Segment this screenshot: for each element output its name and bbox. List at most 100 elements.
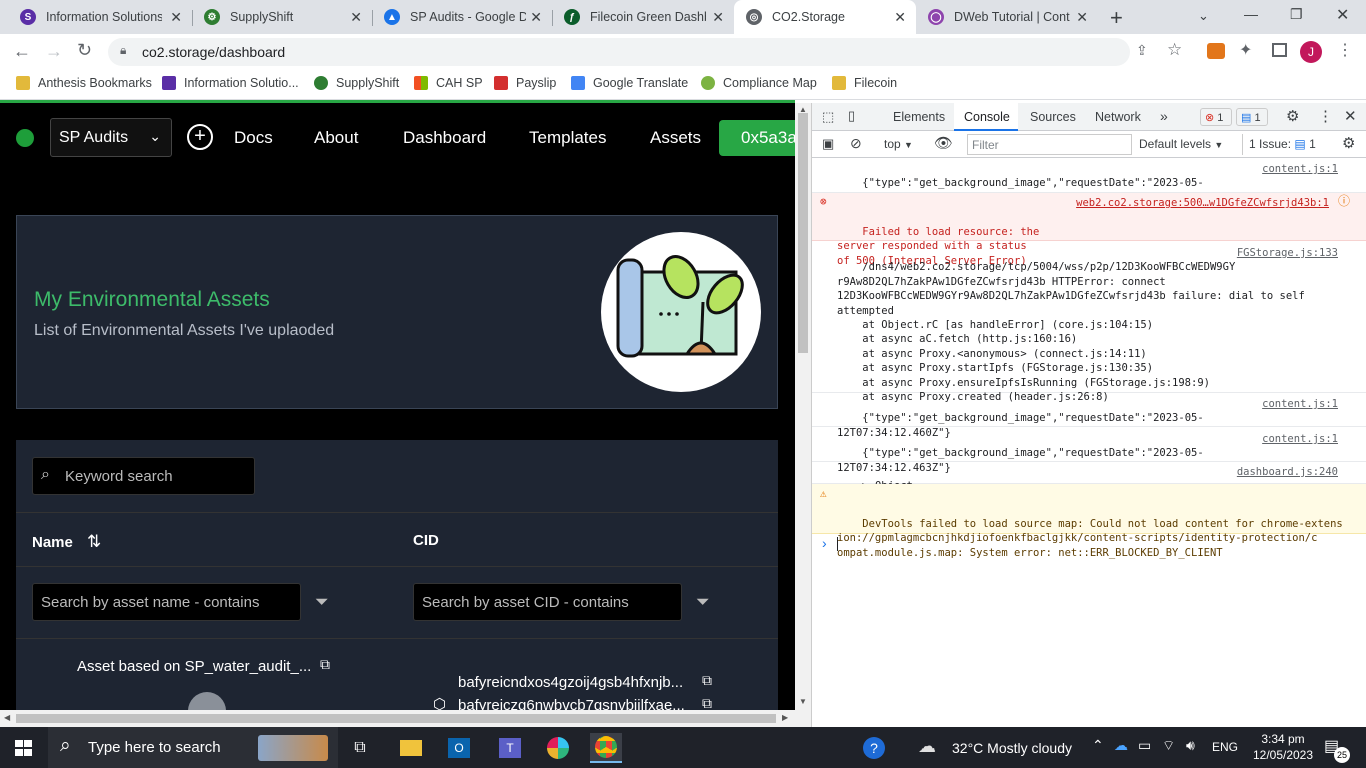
browser-tab-0[interactable]: S Information Solutions ✕ bbox=[8, 0, 192, 34]
onedrive-icon[interactable]: ☁ bbox=[1114, 737, 1128, 754]
source-link[interactable]: content.js:1 bbox=[1262, 397, 1338, 411]
weather-text[interactable]: 32°C Mostly cloudy bbox=[952, 740, 1072, 756]
column-header-name[interactable]: Name ⇅ bbox=[32, 532, 101, 552]
info-icon[interactable]: ⓘ bbox=[1338, 194, 1350, 208]
taskbar-search[interactable]: ⌕ Type here to search bbox=[48, 727, 338, 768]
filter-icon[interactable]: ⏷ bbox=[696, 592, 710, 612]
copy-icon[interactable]: ⧉ bbox=[702, 672, 712, 689]
source-link[interactable]: content.js:1 bbox=[1262, 162, 1338, 176]
browser-tab-1[interactable]: ⚙ SupplyShift ✕ bbox=[192, 0, 372, 34]
gear-icon[interactable]: ⚙ bbox=[1286, 107, 1299, 125]
tray-chevron-icon[interactable]: ⌃ bbox=[1092, 737, 1104, 754]
restore-icon[interactable]: ❐ bbox=[1290, 6, 1303, 23]
clear-console-icon[interactable]: ⊘ bbox=[850, 135, 862, 152]
tab-console[interactable]: Console bbox=[954, 103, 1018, 131]
horizontal-scrollbar[interactable]: ◀ ▶ bbox=[0, 710, 811, 727]
teams-icon[interactable]: T bbox=[494, 733, 526, 763]
close-icon[interactable]: ✕ bbox=[1076, 9, 1088, 26]
windows-start-icon[interactable] bbox=[15, 740, 32, 756]
browser-tab-3[interactable]: ƒ Filecoin Green Dashbo ✕ bbox=[552, 0, 734, 34]
source-link[interactable]: content.js:1 bbox=[1262, 432, 1338, 446]
add-icon[interactable]: + bbox=[187, 124, 213, 150]
vertical-scrollbar[interactable]: ▲ ▼ bbox=[795, 103, 811, 710]
volume-icon[interactable]: 🔊︎ bbox=[1186, 737, 1195, 754]
nav-dashboard[interactable]: Dashboard bbox=[403, 128, 486, 148]
share-icon[interactable]: ⇪ bbox=[1136, 42, 1148, 59]
issues-button[interactable]: 1 Issue: ▤ 1 bbox=[1242, 134, 1334, 155]
more-tabs-icon[interactable]: » bbox=[1160, 108, 1168, 124]
scrollbar-thumb[interactable] bbox=[798, 113, 808, 353]
network-icon[interactable]: ▭ bbox=[1138, 737, 1151, 754]
copy-icon[interactable]: ⧉ bbox=[320, 656, 330, 673]
tab-search-icon[interactable]: ⌄ bbox=[1198, 8, 1209, 24]
tab-sources[interactable]: Sources bbox=[1030, 110, 1076, 124]
column-header-cid[interactable]: CID bbox=[413, 532, 439, 549]
browser-tab-5[interactable]: ◯ DWeb Tutorial | Conte ✕ bbox=[916, 0, 1098, 34]
outlook-icon[interactable]: O bbox=[443, 733, 475, 763]
keyword-search-input[interactable]: ⌕ Keyword search bbox=[32, 457, 255, 495]
error-count-badge[interactable]: ⊗ 1 bbox=[1200, 108, 1232, 126]
window-close-icon[interactable]: ✕ bbox=[1336, 5, 1349, 25]
clock[interactable]: 3:34 pm 12/05/2023 bbox=[1252, 732, 1314, 762]
side-panel-icon[interactable] bbox=[1272, 43, 1287, 57]
slack-icon[interactable] bbox=[542, 733, 574, 763]
tab-elements[interactable]: Elements bbox=[893, 110, 945, 124]
file-explorer-icon[interactable] bbox=[395, 733, 427, 763]
inspect-icon[interactable]: ⬚ bbox=[822, 109, 834, 125]
browser-tab-active[interactable]: ◎ CO2.Storage ✕ bbox=[734, 0, 916, 34]
levels-select[interactable]: Default levels ▼ bbox=[1139, 137, 1223, 151]
reload-icon[interactable]: ↻ bbox=[77, 40, 92, 61]
copy-icon[interactable]: ⧉ bbox=[702, 695, 712, 710]
bookmark-item[interactable]: SupplyShift bbox=[314, 76, 399, 90]
device-toggle-icon[interactable]: ▯ bbox=[848, 108, 855, 124]
console-object[interactable]: ▶ Object dashboard.js:240 bbox=[812, 462, 1366, 492]
gear-icon[interactable]: ⚙ bbox=[1342, 134, 1355, 152]
forward-icon[interactable]: → bbox=[45, 41, 63, 62]
extensions-icon[interactable]: ✦ bbox=[1239, 40, 1252, 60]
bookmark-star-icon[interactable]: ☆ bbox=[1167, 40, 1182, 60]
name-filter-input[interactable]: Search by asset name - contains bbox=[32, 583, 301, 621]
bookmark-item[interactable]: CAH SP bbox=[414, 76, 483, 90]
new-tab-button[interactable]: + bbox=[1110, 5, 1123, 31]
message-count-badge[interactable]: ▤ 1 bbox=[1236, 108, 1268, 126]
source-link[interactable]: FGStorage.js:133 bbox=[1237, 246, 1338, 260]
bookmark-item[interactable]: Anthesis Bookmarks bbox=[16, 76, 152, 90]
close-icon[interactable]: ✕ bbox=[530, 9, 542, 26]
close-icon[interactable]: ✕ bbox=[712, 9, 724, 26]
close-icon[interactable]: ✕ bbox=[350, 9, 362, 26]
nav-templates[interactable]: Templates bbox=[529, 128, 606, 148]
scrollbar-thumb[interactable] bbox=[16, 714, 776, 723]
nav-assets[interactable]: Assets bbox=[650, 128, 701, 148]
tab-network[interactable]: Network bbox=[1095, 110, 1141, 124]
help-icon[interactable]: ? bbox=[858, 733, 890, 763]
bookmark-item[interactable]: Google Translate bbox=[571, 76, 688, 90]
minimize-icon[interactable]: — bbox=[1244, 6, 1258, 22]
sidebar-toggle-icon[interactable]: ▣ bbox=[822, 136, 834, 152]
close-devtools-icon[interactable]: ✕ bbox=[1344, 107, 1357, 125]
back-icon[interactable]: ← bbox=[13, 41, 31, 62]
wifi-icon[interactable]: ⌔ bbox=[1162, 737, 1175, 755]
chrome-icon[interactable] bbox=[590, 733, 622, 763]
project-select[interactable]: SP Audits ⌄ bbox=[50, 118, 172, 157]
eye-icon[interactable]: 👁︎ bbox=[934, 134, 953, 152]
nav-docs[interactable]: Docs bbox=[234, 128, 273, 148]
close-icon[interactable]: ✕ bbox=[170, 9, 182, 26]
sort-icon[interactable]: ⇅ bbox=[87, 532, 101, 551]
language-indicator[interactable]: ENG bbox=[1212, 740, 1238, 754]
source-link[interactable]: web2.co2.storage:500…w1DGfeZCwfsrjd43b:1 bbox=[1076, 196, 1329, 210]
omnibox[interactable]: 🔒︎ co2.storage/dashboard bbox=[108, 38, 1130, 66]
wallet-button[interactable]: 0x5a3a bbox=[719, 120, 795, 156]
task-view-icon[interactable]: ⧉ bbox=[344, 733, 376, 763]
browser-tab-2[interactable]: ▲ SP Audits - Google Dr ✕ bbox=[372, 0, 552, 34]
cid-filter-input[interactable]: Search by asset CID - contains bbox=[413, 583, 682, 621]
filter-input[interactable]: Filter bbox=[967, 134, 1132, 155]
kebab-menu-icon[interactable]: ⋮ bbox=[1318, 107, 1333, 125]
console-prompt[interactable]: › bbox=[822, 535, 827, 551]
nav-about[interactable]: About bbox=[314, 128, 358, 148]
profile-avatar[interactable]: J bbox=[1300, 41, 1322, 63]
bookmark-item[interactable]: Payslip bbox=[494, 76, 556, 90]
source-link[interactable]: dashboard.js:240 bbox=[1237, 465, 1338, 479]
bookmark-item[interactable]: Filecoin bbox=[832, 76, 897, 90]
menu-icon[interactable]: ⋮ bbox=[1337, 40, 1353, 60]
context-select[interactable]: top ▼ bbox=[884, 137, 913, 151]
